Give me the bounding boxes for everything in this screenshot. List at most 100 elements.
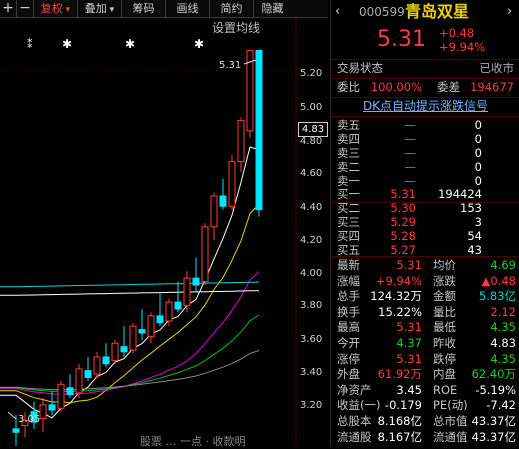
ma-line-ma250 [0,281,260,288]
stat-value: 5.31 [396,320,422,335]
candle[interactable] [84,356,92,381]
low-price-label: 3.05 [18,414,40,425]
candle[interactable] [201,223,209,286]
candle-body [12,428,20,433]
candle[interactable] [147,312,155,344]
stat-value: 5.31 [396,258,422,272]
candle-body [120,346,128,353]
event-marker[interactable]: ✱ [62,37,72,51]
candle[interactable] [219,178,227,210]
stat-label: 跌停 [433,351,456,366]
candle[interactable] [93,351,101,378]
weicha-value: 194677 [470,80,514,94]
stat-label: ROE [433,382,458,397]
stat-label: 总股本 [337,414,372,428]
stat-value: 43.37亿 [471,414,516,428]
candle-body [102,356,110,365]
candle[interactable] [138,309,146,340]
candle[interactable] [57,380,65,412]
candle-body [66,387,74,396]
next-stock-icon[interactable]: › [507,2,512,22]
y-tick: 3.40 [300,367,323,378]
dk-signal-link[interactable]: DK点自动提示涨跌信号 [363,99,488,113]
candle[interactable] [48,391,56,416]
candle[interactable] [129,322,137,354]
candle[interactable] [120,326,128,357]
y-tick: 3.20 [300,400,323,411]
stat-row: 涨停 5.31 跌停 4.35 [331,351,519,368]
weicha-label: 委差 [437,80,460,94]
candle-body [165,301,173,322]
stat-row: 总股本 8.168亿 总市值 43.37亿 [331,413,519,430]
stat-label: 外盘 [337,367,360,382]
stat-value: 4.83 [490,336,516,350]
candle[interactable] [156,291,164,327]
stat-label: 总市值 [433,414,468,428]
stat-row: 净资产 3.45 ROE -5.19% [331,382,519,399]
stat-label: 总手 [337,289,360,304]
stat-value: 15.22% [378,304,422,319]
stat-value: 5.31 [396,351,422,366]
candle-body [147,315,155,337]
candle-body [93,356,101,375]
stat-label: PE(动) [433,398,468,413]
candle[interactable] [174,281,182,313]
quote-panel: ‹ 000599 青岛双星 › 5.31 +0.48 +9.94% 交易状态 已… [330,0,519,446]
last-price: 5.31 [377,27,426,52]
stat-label: 涨停 [337,351,360,366]
event-marker[interactable]: ⁑ [27,38,33,51]
stat-label: 流通值 [433,429,468,444]
candle-body [201,226,209,283]
candle-body [84,370,92,378]
candle[interactable] [192,257,200,292]
event-marker[interactable]: ✱ [125,37,135,51]
candle[interactable] [228,154,236,210]
stat-label: 内盘 [433,367,456,382]
ma-settings-link[interactable]: 设置均线 [212,19,260,36]
stat-label: 收益(一) [337,398,381,413]
stat-value: 4.35 [490,320,516,335]
event-marker[interactable]: ✱ [194,37,204,51]
candle-body [192,277,200,286]
candle[interactable] [210,192,218,241]
y-tick: 5.20 [300,68,323,79]
stat-value: 8.168亿 [377,414,422,428]
y-tick: 4.00 [300,268,323,279]
candle[interactable] [102,343,110,368]
candle-body [210,195,218,228]
candle-body [111,342,119,361]
stat-value: 3.45 [396,382,422,397]
candle[interactable] [39,398,47,433]
weibi-value: 100.00% [370,80,422,94]
candle[interactable] [237,117,245,172]
y-tick: 3.60 [300,334,323,345]
weibi-label: 委比 [337,80,360,94]
candle[interactable] [111,339,119,364]
candle[interactable] [246,49,254,138]
candle[interactable] [183,271,191,313]
stat-row: 涨幅 +9.94% 涨跌 ▲0.48 [331,273,519,290]
stat-value: 43.37亿 [471,429,516,444]
stat-label: 最低 [433,320,456,335]
stat-row: 换手 15.22% 量比 2.12 [331,304,519,321]
candle-body [48,404,56,411]
candle-body [255,49,263,211]
candle-body [156,315,164,324]
stat-label: 流通股 [337,429,372,444]
stat-row: 流通股 8.167亿 流通值 43.37亿 [331,429,519,446]
candle[interactable] [75,363,83,399]
prev-stock-icon[interactable]: ‹ [335,2,340,22]
candle[interactable] [255,49,263,217]
stat-label: 量比 [433,304,456,319]
stat-label: 最新 [337,258,360,272]
stat-row: 外盘 61.92万 内盘 62.40万 [331,366,519,383]
candle-body [129,325,137,351]
stat-value: 62.40万 [471,367,516,382]
stat-value: ▲0.48 [481,273,516,288]
y-tick: 4.60 [300,168,323,179]
candle-body [228,161,236,207]
trade-status-value: 已收市 [479,61,515,75]
candle[interactable] [66,374,74,399]
y-tick: 5.00 [300,102,323,113]
kline-chart-area[interactable]: + − 复权 叠加 筹码 画线 简约 隐藏 ⁑ ✱ ✱ ✱ 5.31 3.05 … [0,0,328,448]
